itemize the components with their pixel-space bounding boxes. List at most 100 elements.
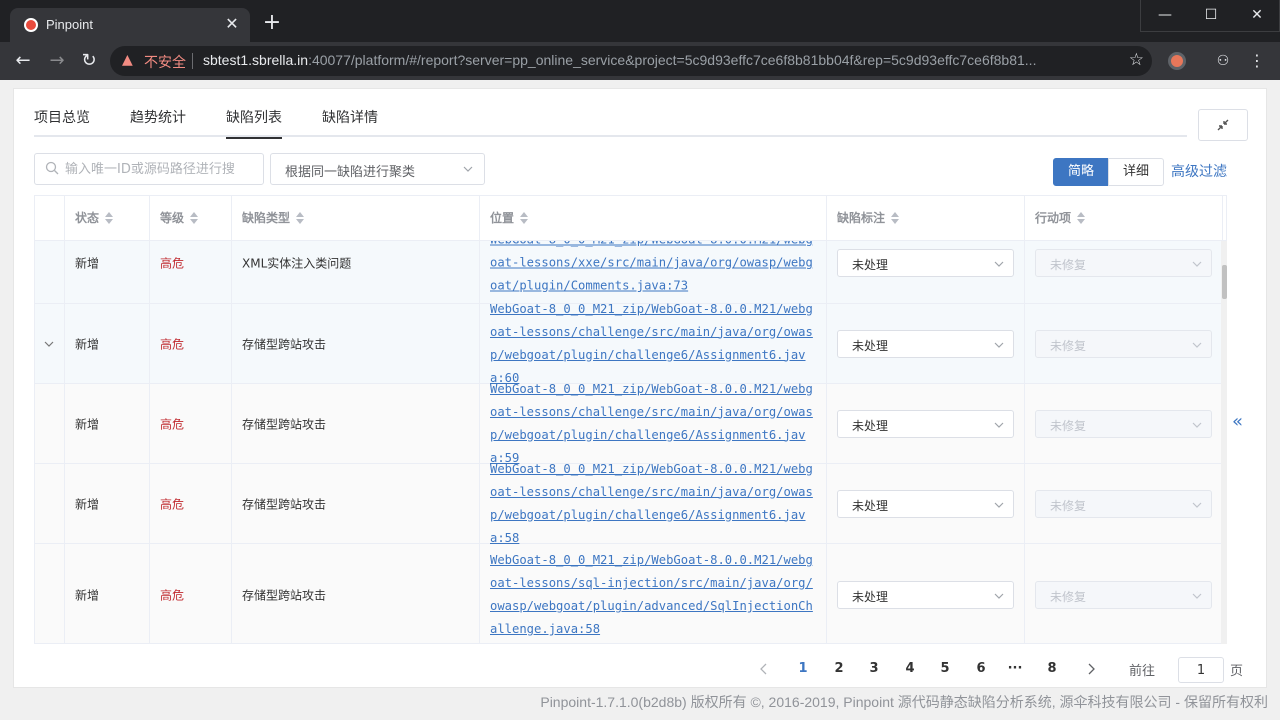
table-row[interactable]: 新增 高危 存储型跨站攻击 WebGoat-8_0_0_M21_zip/WebG… [35, 544, 1226, 643]
report-card: 项目总览 趋势统计 缺陷列表 缺陷详情 根据同一缺陷进行聚类 简略 详细 高级过… [13, 88, 1267, 688]
sort-icon[interactable] [520, 211, 529, 224]
level-badge: 高危 [160, 256, 185, 271]
page-5[interactable]: 5 [936, 657, 954, 681]
scrollbar-thumb[interactable] [1222, 265, 1227, 299]
sort-icon[interactable] [105, 211, 114, 224]
new-tab-icon[interactable]: + [260, 12, 284, 36]
annotation-select[interactable]: 未处理 [837, 489, 1014, 518]
chevron-down-icon [994, 422, 1004, 428]
next-page-icon[interactable] [1083, 659, 1099, 679]
brief-view-button[interactable]: 简略 [1053, 158, 1109, 186]
shrink-button[interactable] [1198, 109, 1248, 141]
goto-label: 前往 [1129, 664, 1156, 679]
incognito-icon[interactable]: ⚇ [1214, 52, 1232, 70]
back-icon[interactable]: ← [10, 48, 36, 74]
advanced-filter-link[interactable]: 高级过滤 [1171, 161, 1227, 181]
tab-trend-stats[interactable]: 趋势统计 [130, 107, 186, 137]
status-text: 新增 [75, 256, 100, 271]
action-select: 未修复 [1035, 329, 1212, 358]
column-header-annotation[interactable]: 缺陷标注 [827, 196, 1025, 241]
footer-copyright: Pinpoint-1.7.1.0(b2d8b) 版权所有 ©, 2016-201… [540, 694, 1268, 710]
defect-type: XML实体注入类问题 [242, 256, 352, 271]
chevron-down-icon [1192, 342, 1202, 348]
level-badge: 高危 [160, 337, 185, 351]
browser-tab[interactable]: Pinpoint ✕ [10, 8, 250, 42]
pagination: 1 2 3 4 5 6 ··· 8 前往 页 [756, 657, 1246, 683]
chevron-down-icon [1192, 422, 1202, 428]
insecure-label[interactable]: 不安全 [144, 52, 186, 72]
table-row[interactable]: 新增 高危 存储型跨站攻击 WebGoat-8_0_0_M21_zip/WebG… [35, 462, 1226, 545]
annotation-select[interactable]: 未处理 [837, 329, 1014, 358]
column-header-level[interactable]: 等级 [150, 196, 232, 241]
column-header-type[interactable]: 缺陷类型 [232, 196, 480, 241]
location-link[interactable]: WebGoat-8_0_0_M21_zip/WebGoat-8.0.0.M21/… [490, 378, 820, 470]
tab-project-overview[interactable]: 项目总览 [34, 107, 90, 137]
action-select: 未修复 [1035, 581, 1212, 609]
pinpoint-favicon-icon [24, 18, 38, 32]
report-tabs: 项目总览 趋势统计 缺陷列表 缺陷详情 [34, 107, 1187, 139]
table-scrollbar[interactable] [1221, 241, 1227, 644]
level-badge: 高危 [160, 417, 185, 431]
chevron-down-icon[interactable] [43, 338, 55, 350]
search-input[interactable] [65, 154, 260, 184]
address-bar[interactable]: ▲ 不安全 sbtest1.sbrella.in:40077/platform/… [110, 46, 1152, 76]
status-text: 新增 [75, 337, 100, 351]
defect-type: 存储型跨站攻击 [242, 497, 327, 511]
sort-icon[interactable] [296, 211, 305, 224]
bookmark-star-icon[interactable]: ☆ [1129, 50, 1144, 70]
warning-icon[interactable]: ▲ [122, 52, 138, 68]
chevron-down-icon [994, 593, 1004, 599]
defect-type: 存储型跨站攻击 [242, 337, 327, 351]
chevron-down-icon [1192, 502, 1202, 508]
browser-menu-icon[interactable]: ⋮ [1248, 52, 1266, 70]
double-chevron-left-icon[interactable]: « [1232, 411, 1243, 432]
group-by-select[interactable]: 根据同一缺陷进行聚类 [270, 153, 485, 185]
url-path: :40077/platform/#/report?server=pp_onlin… [308, 52, 1037, 68]
status-text: 新增 [75, 588, 100, 603]
search-icon [45, 161, 59, 175]
search-field[interactable] [34, 153, 264, 185]
defect-type: 存储型跨站攻击 [242, 417, 327, 431]
column-header-action[interactable]: 行动项 [1025, 196, 1223, 241]
page-3[interactable]: 3 [865, 657, 883, 681]
page-1[interactable]: 1 [794, 657, 812, 681]
page-8[interactable]: 8 [1043, 657, 1061, 681]
extension-icon[interactable] [1168, 52, 1186, 70]
prev-page-icon[interactable] [756, 659, 772, 679]
reload-icon[interactable]: ↻ [76, 48, 102, 74]
browser-toolbar: ← → ↻ ▲ 不安全 sbtest1.sbrella.in:40077/pla… [0, 42, 1280, 80]
level-badge: 高危 [160, 588, 185, 603]
sort-icon[interactable] [891, 211, 900, 224]
page-6[interactable]: 6 [972, 657, 990, 681]
page-2[interactable]: 2 [830, 657, 848, 681]
action-select: 未修复 [1035, 249, 1212, 277]
column-header-location[interactable]: 位置 [480, 196, 827, 241]
annotation-select[interactable]: 未处理 [837, 249, 1014, 277]
level-badge: 高危 [160, 497, 185, 511]
url-text[interactable]: sbtest1.sbrella.in:40077/platform/#/repo… [203, 52, 1123, 68]
table-header: 状态 等级 缺陷类型 位置 缺陷标注 行动项 [35, 196, 1226, 241]
sort-icon[interactable] [190, 211, 199, 224]
maximize-icon[interactable]: ☐ [1188, 0, 1234, 30]
minimize-icon[interactable]: — [1142, 0, 1188, 30]
table-row[interactable]: 新增 高危 存储型跨站攻击 WebGoat-8_0_0_M21_zip/WebG… [35, 302, 1226, 385]
table-row[interactable]: 新增 高危 存储型跨站攻击 WebGoat-8_0_0_M21_zip/WebG… [35, 382, 1226, 465]
page-4[interactable]: 4 [901, 657, 919, 681]
tab-defect-list[interactable]: 缺陷列表 [226, 107, 282, 139]
group-by-value: 根据同一缺陷进行聚类 [285, 165, 416, 180]
column-header-status[interactable]: 状态 [65, 196, 150, 241]
close-tab-icon[interactable]: ✕ [222, 14, 242, 34]
location-link[interactable]: WebGoat-8_0_0_M21_zip/WebGoat-8.0.0.M21/… [490, 549, 820, 641]
close-window-icon[interactable]: ✕ [1234, 0, 1280, 30]
annotation-select[interactable]: 未处理 [837, 581, 1014, 609]
location-link[interactable]: WebGoat-8_0_0_M21_zip/WebGoat-8.0.0.M21/… [490, 298, 820, 390]
forward-icon[interactable]: → [44, 48, 70, 74]
chevron-down-icon [994, 342, 1004, 348]
goto-page-input[interactable] [1178, 657, 1224, 683]
annotation-select[interactable]: 未处理 [837, 409, 1014, 438]
page-ellipsis[interactable]: ··· [1006, 657, 1024, 681]
tab-defect-detail[interactable]: 缺陷详情 [322, 107, 378, 137]
detail-view-button[interactable]: 详细 [1108, 158, 1164, 186]
sort-icon[interactable] [1077, 211, 1086, 224]
location-link[interactable]: WebGoat-8_0_0_M21_zip/WebGoat-8.0.0.M21/… [490, 458, 820, 550]
